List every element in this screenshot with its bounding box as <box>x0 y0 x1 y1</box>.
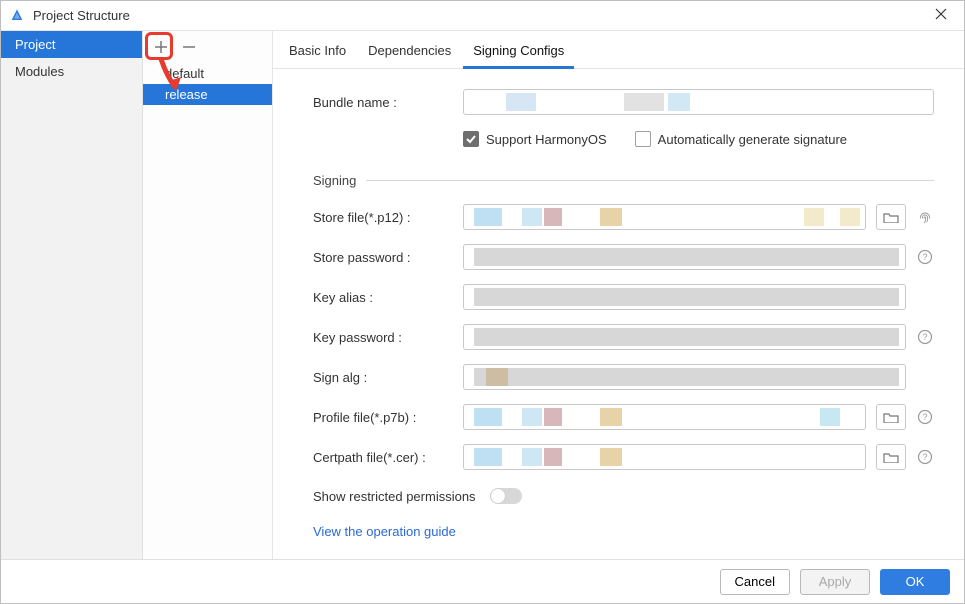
checkbox-auto-generate-signature[interactable]: Automatically generate signature <box>635 131 847 147</box>
sidebar-item-label: Project <box>15 37 55 52</box>
checkbox-support-harmonyos[interactable]: Support HarmonyOS <box>463 131 607 147</box>
certpath-file-label: Certpath file(*.cer) : <box>313 450 463 465</box>
tab-label: Basic Info <box>289 43 346 58</box>
add-config-button[interactable] <box>151 37 171 57</box>
config-item-release[interactable]: release <box>143 84 272 105</box>
row-checkboxes: Support HarmonyOS Automatically generate… <box>463 131 934 147</box>
row-key-alias: Key alias : <box>313 284 934 310</box>
store-password-input[interactable] <box>463 244 906 270</box>
key-password-label: Key password : <box>313 330 463 345</box>
window-titlebar: Project Structure <box>1 1 964 31</box>
certpath-file-browse-button[interactable] <box>876 444 906 470</box>
row-store-password: Store password : ? <box>313 244 934 270</box>
config-item-label: release <box>165 87 208 102</box>
sidebar-item-project[interactable]: Project <box>1 31 142 58</box>
profile-file-label: Profile file(*.p7b) : <box>313 410 463 425</box>
store-file-input[interactable] <box>463 204 866 230</box>
row-key-password: Key password : ? <box>313 324 934 350</box>
config-item-label: default <box>165 66 204 81</box>
ok-button[interactable]: OK <box>880 569 950 595</box>
window-title: Project Structure <box>33 8 926 23</box>
tab-basic-info[interactable]: Basic Info <box>279 39 356 69</box>
help-icon[interactable]: ? <box>916 408 934 426</box>
row-bundle-name: Bundle name : <box>313 89 934 115</box>
checkbox-label: Support HarmonyOS <box>486 132 607 147</box>
toggle-knob-icon <box>491 489 505 503</box>
svg-text:?: ? <box>922 452 927 462</box>
bundle-name-input[interactable] <box>463 89 934 115</box>
tab-dependencies[interactable]: Dependencies <box>358 39 461 69</box>
svg-text:?: ? <box>922 252 927 262</box>
row-store-file: Store file(*.p12) : <box>313 204 934 230</box>
store-file-browse-button[interactable] <box>876 204 906 230</box>
app-logo-icon <box>9 8 25 24</box>
store-file-label: Store file(*.p12) : <box>313 210 463 225</box>
remove-config-button[interactable] <box>179 37 199 57</box>
signing-legend-text: Signing <box>313 173 356 188</box>
tab-label: Signing Configs <box>473 43 564 58</box>
tab-label: Dependencies <box>368 43 451 58</box>
sidebar-item-label: Modules <box>15 64 64 79</box>
sidebar-item-modules[interactable]: Modules <box>1 58 142 85</box>
profile-file-input[interactable] <box>463 404 866 430</box>
dialog-footer: Cancel Apply OK <box>1 559 964 603</box>
row-profile-file: Profile file(*.p7b) : ? <box>313 404 934 430</box>
sign-alg-label: Sign alg : <box>313 370 463 385</box>
config-tools <box>143 31 272 63</box>
config-item-default[interactable]: default <box>143 63 272 84</box>
store-password-label: Store password : <box>313 250 463 265</box>
checkbox-box-icon <box>635 131 651 147</box>
signing-legend: Signing <box>313 173 934 188</box>
key-alias-label: Key alias : <box>313 290 463 305</box>
fingerprint-icon[interactable] <box>916 208 934 226</box>
row-show-restricted: Show restricted permissions <box>313 488 934 504</box>
checkbox-label: Automatically generate signature <box>658 132 847 147</box>
profile-file-browse-button[interactable] <box>876 404 906 430</box>
check-icon <box>463 131 479 147</box>
close-icon[interactable] <box>926 8 956 24</box>
form-content: Bundle name : Support HarmonyOS Autom <box>273 69 964 559</box>
operation-guide-link[interactable]: View the operation guide <box>313 524 456 539</box>
config-list: default release <box>143 63 272 105</box>
help-icon[interactable]: ? <box>916 448 934 466</box>
svg-text:?: ? <box>922 332 927 342</box>
tab-signing-configs[interactable]: Signing Configs <box>463 39 574 69</box>
show-restricted-label: Show restricted permissions <box>313 489 476 504</box>
certpath-file-input[interactable] <box>463 444 866 470</box>
tab-bar: Basic Info Dependencies Signing Configs <box>273 31 964 69</box>
help-icon[interactable]: ? <box>916 248 934 266</box>
svg-text:?: ? <box>922 412 927 422</box>
config-list-panel: default release <box>143 31 273 559</box>
key-password-input[interactable] <box>463 324 906 350</box>
key-alias-input[interactable] <box>463 284 906 310</box>
bundle-name-label: Bundle name : <box>313 95 463 110</box>
apply-button[interactable]: Apply <box>800 569 870 595</box>
show-restricted-toggle[interactable] <box>490 488 522 504</box>
sign-alg-input[interactable] <box>463 364 906 390</box>
main-panel: Basic Info Dependencies Signing Configs … <box>273 31 964 559</box>
divider <box>366 180 934 181</box>
row-certpath-file: Certpath file(*.cer) : ? <box>313 444 934 470</box>
link-text: View the operation guide <box>313 524 456 539</box>
help-icon[interactable]: ? <box>916 328 934 346</box>
row-sign-alg: Sign alg : <box>313 364 934 390</box>
sidebar: Project Modules <box>1 31 143 559</box>
cancel-button[interactable]: Cancel <box>720 569 790 595</box>
